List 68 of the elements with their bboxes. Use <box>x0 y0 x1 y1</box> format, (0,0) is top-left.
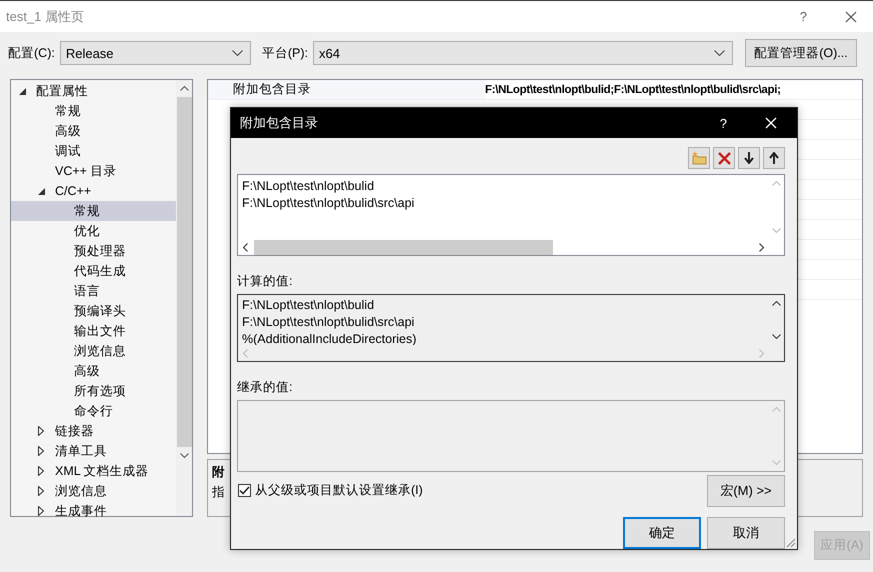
chevron-down-icon <box>714 50 725 56</box>
tree-item[interactable]: 配置属性 <box>11 81 176 101</box>
scroll-up-icon[interactable] <box>772 301 780 306</box>
delete-icon <box>718 152 730 164</box>
expanded-arrow-icon[interactable] <box>19 88 26 94</box>
folder-star-icon <box>691 151 707 165</box>
tree-item[interactable]: 优化 <box>11 221 176 241</box>
scroll-down-icon[interactable] <box>772 334 780 339</box>
config-label: 配置(C): <box>8 44 55 62</box>
expanded-arrow-icon[interactable] <box>38 188 45 194</box>
move-up-button[interactable] <box>763 147 785 169</box>
cancel-button[interactable]: 取消 <box>707 517 785 549</box>
help-button[interactable]: ? <box>720 116 727 130</box>
tree-item[interactable]: 代码生成 <box>11 261 176 281</box>
tree-item[interactable]: 命令行 <box>11 401 176 421</box>
close-icon[interactable] <box>845 10 857 22</box>
inherit-checkbox[interactable]: 从父级或项目默认设置继承(I) <box>238 482 423 499</box>
macro-button[interactable]: 宏(M) >> <box>707 475 785 507</box>
tree-item[interactable]: C/C++ <box>11 181 176 201</box>
tree-item[interactable]: 预编译头 <box>11 301 176 321</box>
dialog-title: 附加包含目录 <box>240 114 319 132</box>
tree-item[interactable]: 语言 <box>11 281 176 301</box>
tree-item[interactable]: 常规 <box>11 201 176 221</box>
tree-item[interactable]: VC++ 目录 <box>11 161 176 181</box>
scroll-down-icon[interactable] <box>180 453 188 458</box>
arrow-down-icon <box>744 152 754 164</box>
tree-item[interactable]: 常规 <box>11 101 176 121</box>
scroll-right-icon[interactable] <box>759 242 764 252</box>
directory-list[interactable]: F:\NLopt\test\nlopt\bulid F:\NLopt\test\nlopt\bulid\src\api <box>237 174 785 256</box>
inherited-values-label: 继承的值: <box>237 379 294 396</box>
move-down-button[interactable] <box>738 147 760 169</box>
platform-label: 平台(P): <box>262 44 308 62</box>
tree-item[interactable]: 输出文件 <box>11 321 176 341</box>
tree-item[interactable]: XML 文档生成器 <box>11 461 176 481</box>
directory-entry[interactable]: F:\NLopt\test\nlopt\bulid\src\api <box>242 195 764 212</box>
tree-item[interactable]: 调试 <box>11 141 176 161</box>
tree-item[interactable]: 高级 <box>11 361 176 381</box>
tree-item[interactable]: 清单工具 <box>11 441 176 461</box>
tree-item[interactable]: 高级 <box>11 121 176 141</box>
window-title: test_1 属性页 <box>6 8 86 26</box>
scrollbar[interactable] <box>176 80 192 516</box>
ok-button[interactable]: 确定 <box>623 517 701 549</box>
tree-item[interactable]: 浏览信息 <box>11 341 176 361</box>
tree-item[interactable]: 生成事件 <box>11 501 176 521</box>
computed-values-label: 计算的值: <box>237 273 294 290</box>
config-dropdown[interactable]: Release <box>60 41 251 65</box>
config-manager-button[interactable]: 配置管理器(O)... <box>744 39 857 67</box>
platform-dropdown[interactable]: x64 <box>312 41 733 65</box>
chevron-down-icon <box>232 50 243 56</box>
arrow-up-icon <box>769 152 779 164</box>
tree-item[interactable]: 浏览信息 <box>11 481 176 501</box>
checkmark-icon <box>239 486 250 495</box>
scroll-left-icon[interactable] <box>243 242 248 252</box>
tree-item[interactable]: 预处理器 <box>11 241 176 261</box>
property-name[interactable]: 附加包含目录 <box>208 80 485 99</box>
computed-value: F:\NLopt\test\nlopt\bulid <box>242 297 376 314</box>
description-title: 附 <box>212 464 225 481</box>
resize-grip-icon[interactable] <box>786 538 796 548</box>
tree-item[interactable]: 链接器 <box>11 421 176 441</box>
computed-value: F:\NLopt\test\nlopt\bulid\src\api <box>242 314 416 331</box>
scroll-up-icon[interactable] <box>180 86 188 91</box>
property-value[interactable]: F:\NLopt\test\nlopt\bulid;F:\NLopt\test\nlopt\bulid\src\api; <box>485 84 781 96</box>
description-text: 指 <box>212 484 225 501</box>
checkbox[interactable] <box>238 484 251 497</box>
help-button[interactable]: ? <box>800 9 807 24</box>
delete-button[interactable] <box>713 147 735 169</box>
tree-item[interactable]: 所有选项 <box>11 381 176 401</box>
directory-entry[interactable]: F:\NLopt\test\nlopt\bulid <box>242 178 764 195</box>
